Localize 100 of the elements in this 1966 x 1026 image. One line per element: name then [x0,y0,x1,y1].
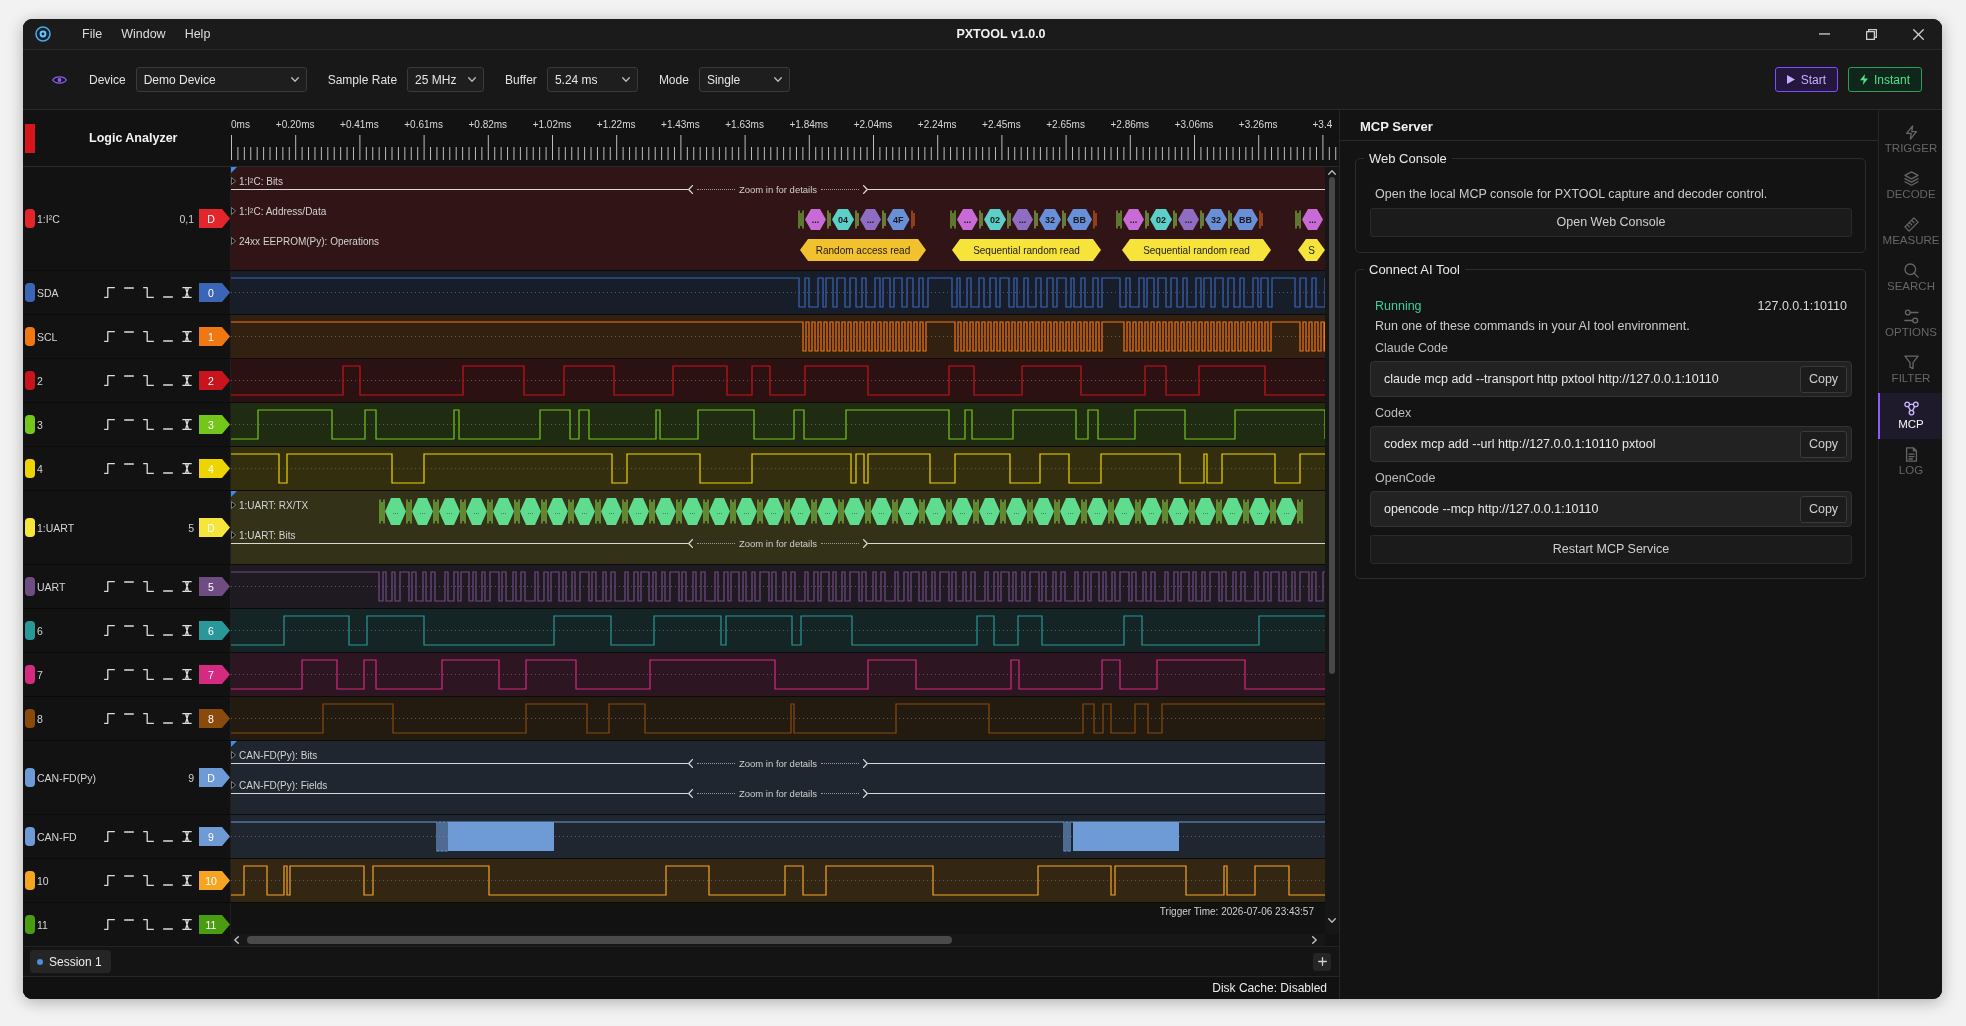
menu-item[interactable]: Window [121,27,166,41]
either-edge-icon[interactable] [182,919,192,930]
either-edge-icon[interactable] [182,875,192,886]
rising-edge-icon[interactable] [104,287,115,298]
zoom-hint: Zoom in for details [738,758,818,769]
either-edge-icon[interactable] [182,375,192,386]
bit-marker-icon [460,498,466,525]
falling-edge-icon[interactable] [143,831,154,842]
rising-edge-icon[interactable] [104,875,115,886]
falling-edge-icon[interactable] [143,875,154,886]
restart-button[interactable]: Restart MCP Service [1370,535,1852,564]
select-dropdown[interactable]: Single [698,67,790,92]
falling-edge-icon[interactable] [143,625,154,636]
rising-edge-icon[interactable] [104,463,115,474]
either-edge-icon[interactable] [182,331,192,342]
falling-edge-icon[interactable] [143,287,154,298]
annotation-label: 02 [1150,209,1172,230]
falling-edge-icon[interactable] [143,463,154,474]
rising-edge-icon[interactable] [104,331,115,342]
rising-edge-icon[interactable] [104,919,115,930]
falling-edge-icon[interactable] [143,669,154,680]
chevron-down-icon [621,77,630,82]
annotation-label: ... [682,498,703,525]
either-edge-icon[interactable] [182,419,192,430]
either-edge-icon[interactable] [182,581,192,592]
either-edge-icon[interactable] [182,713,192,724]
session-tab[interactable]: Session 1 [30,950,111,973]
end-marker-icon [1093,209,1098,230]
bit-marker-icon [1081,498,1087,525]
copy-button[interactable]: Copy [1800,430,1847,458]
field-label: Device [89,72,126,87]
scrollbar-thumb[interactable] [1329,177,1335,674]
ack-marker-icon [855,209,859,230]
operation-label: Sequential random read [952,239,1101,261]
either-edge-icon[interactable] [182,669,192,680]
annotation-label: ... [1302,209,1323,230]
open-console-button[interactable]: Open Web Console [1370,208,1852,237]
channel-number: 4 [199,459,230,478]
rising-edge-icon[interactable] [104,625,115,636]
bit-marker-icon [892,498,898,525]
bit-marker-icon [784,498,790,525]
rail-tab[interactable]: MCP [1878,393,1942,439]
channel-name: CAN-FD(Py) [37,771,96,784]
zoom-hint: Zoom in for details [738,184,818,195]
either-edge-icon[interactable] [182,625,192,636]
nodes-icon [1903,401,1919,416]
menu-item[interactable]: File [82,27,103,41]
falling-edge-icon[interactable] [143,713,154,724]
copy-button[interactable]: Copy [1800,365,1847,393]
ack-marker-icon [1062,209,1067,230]
start-button[interactable]: Start [1774,67,1838,92]
select-dropdown[interactable]: 5.24 ms [546,67,638,92]
falling-edge-icon[interactable] [143,581,154,592]
command-field[interactable]: claude mcp add --transport http pxtool http://127.0.0.1:10110 Copy [1370,361,1852,397]
plus-icon [1317,957,1327,966]
end-marker-icon [1259,209,1264,230]
menu-item[interactable]: Help [184,27,211,41]
bit-marker-icon [1027,498,1033,525]
ack-marker-icon [979,209,983,230]
either-edge-icon[interactable] [182,287,192,298]
chevron-down-icon [468,77,477,82]
falling-edge-icon[interactable] [143,419,154,430]
command-label: Codex [1374,405,1413,421]
rising-edge-icon[interactable] [104,831,115,842]
rising-edge-icon[interactable] [104,419,115,430]
eye-icon[interactable] [52,74,67,85]
scroll-down-icon [1328,918,1336,923]
select-dropdown[interactable]: Demo Device [135,67,307,92]
command-field[interactable]: codex mcp add --url http://127.0.0.1:10110 pxtool Copy [1370,426,1852,462]
falling-edge-icon[interactable] [143,331,154,342]
rising-edge-icon[interactable] [104,375,115,386]
either-edge-icon[interactable] [182,463,192,474]
corner-marker-icon [231,491,237,497]
rising-edge-icon[interactable] [104,581,115,592]
panel-title: MCP Server [1340,110,1878,141]
falling-edge-icon[interactable] [143,919,154,930]
rising-edge-icon[interactable] [104,669,115,680]
copy-button[interactable]: Copy [1800,495,1847,523]
track-label: 24xx EEPROM(Py): Operations [239,235,380,247]
bit-marker-icon [973,498,979,525]
scroll-up-icon [1328,170,1336,175]
bit-marker-icon [1189,498,1195,525]
channel-number: 10 [199,871,230,890]
falling-edge-icon[interactable] [143,375,154,386]
add-session-button[interactable] [1313,952,1331,971]
ack-marker-icon [1007,209,1011,230]
rising-edge-icon[interactable] [104,713,115,724]
either-edge-icon[interactable] [182,831,192,842]
track-label: CAN-FD(Py): Bits [239,749,318,761]
scroll-left-icon [234,936,239,944]
command-field[interactable]: opencode --mcp http://127.0.0.1:10110 Copy [1370,491,1852,527]
channel-name: 1:UART [37,521,75,534]
vertical-scrollbar[interactable] [1325,167,1339,934]
select-dropdown[interactable]: 25 MHz [407,67,485,92]
zoom-hint: Zoom in for details [738,788,818,799]
scrollbar-thumb[interactable] [247,936,952,944]
bit-marker-icon [1270,498,1276,525]
channel-number: D [199,518,230,537]
horizontal-scrollbar[interactable] [231,934,1325,946]
instant-button[interactable]: Instant [1847,67,1922,92]
